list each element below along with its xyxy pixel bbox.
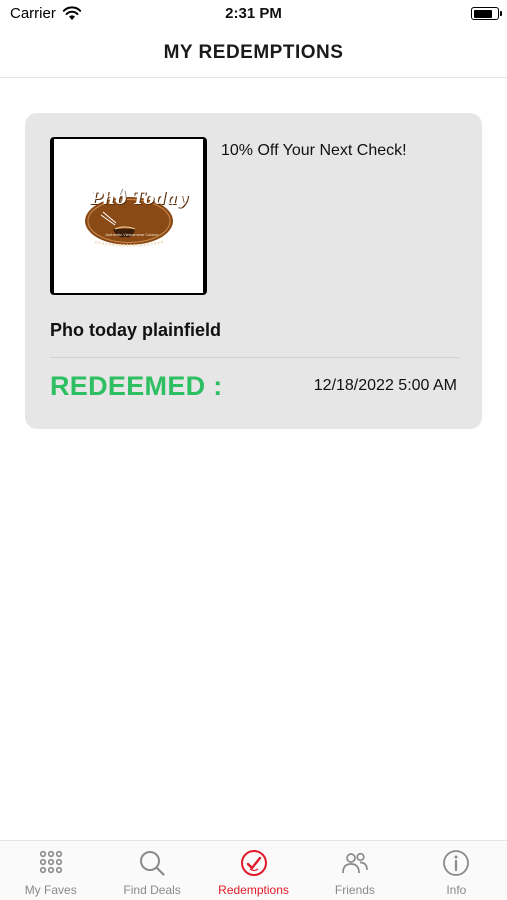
search-icon <box>140 851 165 876</box>
friends-icon <box>342 852 368 874</box>
store-name: Pho today plainfield <box>50 320 222 340</box>
tab-friends[interactable]: Friends <box>304 841 405 900</box>
page-title: MY REDEMPTIONS <box>163 42 344 63</box>
tab-label: Friends <box>334 883 375 897</box>
tab-bar: My Faves Find Deals Redemptions Friends <box>0 840 507 900</box>
navigation-header: MY REDEMPTIONS <box>0 30 507 78</box>
store-logo: Pho Today Authentic Vietnamese Cuisine <box>50 137 207 295</box>
logo-tagline: Authentic Vietnamese Cuisine <box>105 232 159 237</box>
divider <box>50 357 460 358</box>
tab-label: Redemptions <box>218 883 289 897</box>
redeemed-status: REDEEMED : <box>50 371 223 401</box>
grid-icon <box>39 850 62 874</box>
tab-label: My Faves <box>24 883 77 897</box>
status-time: 2:31 PM <box>225 5 282 22</box>
tab-find-deals[interactable]: Find Deals <box>101 841 202 900</box>
tab-my-faves[interactable]: My Faves <box>0 841 101 900</box>
tab-redemptions[interactable]: Redemptions <box>203 841 304 900</box>
battery-level <box>473 9 492 18</box>
logo-text-pho: Pho Today <box>90 189 188 209</box>
deal-description: 10% Off Your Next Check! <box>221 142 407 159</box>
tab-info[interactable]: Info <box>406 841 507 900</box>
redemption-check-icon <box>240 850 267 876</box>
tab-label: Find Deals <box>123 883 181 897</box>
status-bar: Carrier 2:31 PM <box>0 0 507 30</box>
info-icon <box>443 850 470 876</box>
redemption-card[interactable]: Pho Today Authentic Vietnamese Cuisine 1… <box>25 113 482 429</box>
tab-label: Info <box>446 883 467 897</box>
battery-icon <box>471 7 502 20</box>
redeemed-date: 12/18/2022 5:00 AM <box>313 377 457 394</box>
